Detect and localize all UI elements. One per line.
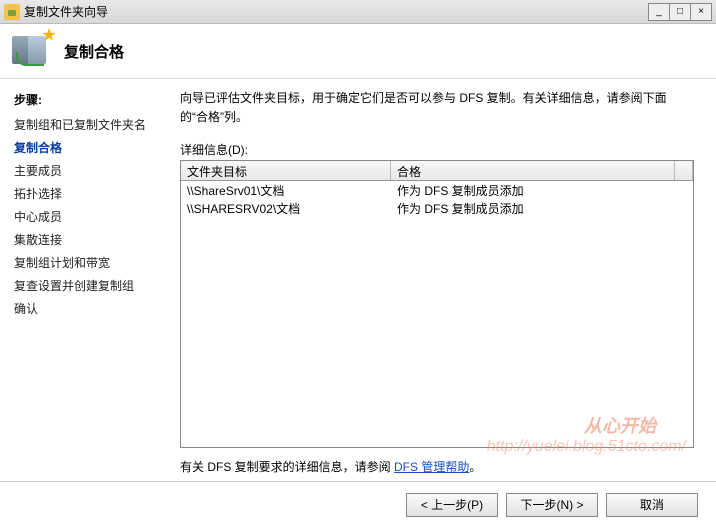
window-title: 复制文件夹向导 xyxy=(24,3,108,20)
step-item[interactable]: 集散连接 xyxy=(14,231,166,248)
col-spacer xyxy=(675,161,693,180)
help-prefix: 有关 DFS 复制要求的详细信息，请参阅 xyxy=(180,460,394,474)
details-list[interactable]: 文件夹目标 合格 \\ShareSrv01\文档作为 DFS 复制成员添加\\S… xyxy=(180,160,694,448)
intro-text: 向导已评估文件夹目标，用于确定它们是否可以参与 DFS 复制。有关详细信息，请参… xyxy=(180,89,694,127)
step-item[interactable]: 复制合格 xyxy=(14,139,166,156)
help-link[interactable]: DFS 管理帮助 xyxy=(394,460,469,474)
main-content: 向导已评估文件夹目标，用于确定它们是否可以参与 DFS 复制。有关详细信息，请参… xyxy=(180,79,716,481)
col-status[interactable]: 合格 xyxy=(391,161,675,180)
cancel-button[interactable]: 取消 xyxy=(606,493,698,517)
page-title: 复制合格 xyxy=(64,41,124,62)
next-button[interactable]: 下一步(N) > xyxy=(506,493,598,517)
window-controls: _ □ × xyxy=(649,3,712,21)
table-row[interactable]: \\SHARESRV02\文档作为 DFS 复制成员添加 xyxy=(181,199,693,217)
close-button[interactable]: × xyxy=(690,3,712,21)
step-item[interactable]: 主要成员 xyxy=(14,162,166,179)
details-label: 详细信息(D): xyxy=(180,141,694,158)
wizard-footer: < 上一步(P) 下一步(N) > 取消 xyxy=(0,481,716,527)
minimize-button[interactable]: _ xyxy=(648,3,670,21)
step-item[interactable]: 拓扑选择 xyxy=(14,185,166,202)
table-row[interactable]: \\ShareSrv01\文档作为 DFS 复制成员添加 xyxy=(181,181,693,199)
cell-target: \\SHARESRV02\文档 xyxy=(181,199,391,217)
step-item[interactable]: 复制组和已复制文件夹名 xyxy=(14,116,166,133)
col-target[interactable]: 文件夹目标 xyxy=(181,161,391,180)
step-item[interactable]: 确认 xyxy=(14,300,166,317)
step-item[interactable]: 中心成员 xyxy=(14,208,166,225)
title-bar: 复制文件夹向导 _ □ × xyxy=(0,0,716,24)
step-item[interactable]: 复制组计划和带宽 xyxy=(14,254,166,271)
steps-label: 步骤: xyxy=(14,91,166,108)
cell-status: 作为 DFS 复制成员添加 xyxy=(391,199,693,217)
steps-sidebar: 步骤: 复制组和已复制文件夹名复制合格主要成员拓扑选择中心成员集散连接复制组计划… xyxy=(0,79,180,481)
help-line: 有关 DFS 复制要求的详细信息，请参阅 DFS 管理帮助。 xyxy=(180,458,694,475)
back-button[interactable]: < 上一步(P) xyxy=(406,493,498,517)
wizard-header: 复制合格 xyxy=(0,24,716,79)
cell-status: 作为 DFS 复制成员添加 xyxy=(391,181,693,199)
app-icon xyxy=(4,4,20,20)
maximize-button[interactable]: □ xyxy=(669,3,691,21)
wizard-icon xyxy=(12,30,54,72)
cell-target: \\ShareSrv01\文档 xyxy=(181,181,391,199)
step-item[interactable]: 复查设置并创建复制组 xyxy=(14,277,166,294)
list-header: 文件夹目标 合格 xyxy=(181,161,693,181)
